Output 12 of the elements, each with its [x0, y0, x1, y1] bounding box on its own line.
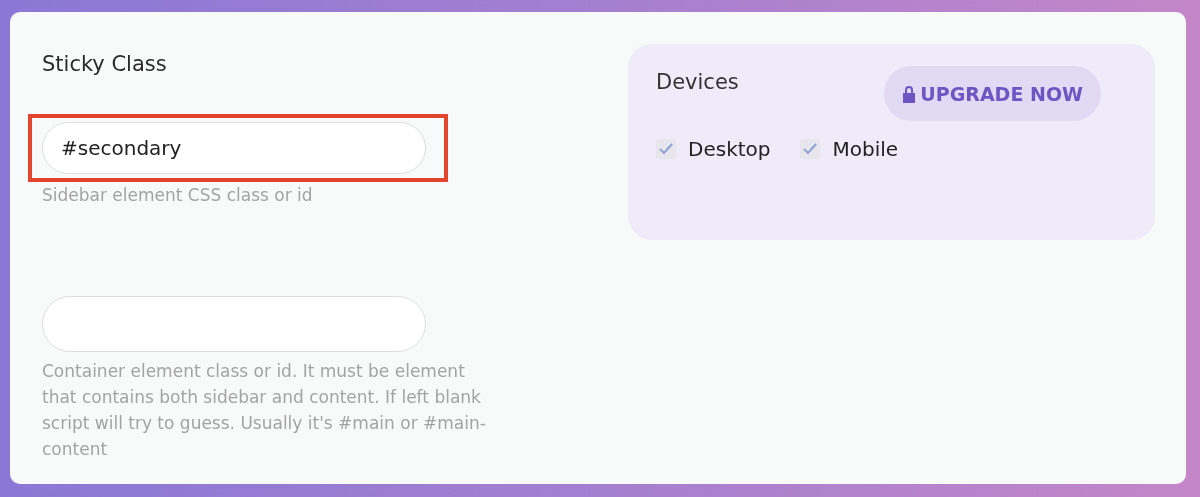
input-field[interactable]: #secondary: [42, 122, 426, 174]
checkbox-label: Desktop: [688, 137, 771, 161]
checkbox[interactable]: [800, 139, 821, 159]
upgrade-button[interactable]: UPGRADE NOW: [884, 66, 1101, 121]
input-field[interactable]: [42, 296, 426, 352]
lock-icon: [902, 84, 917, 103]
field-hint: Sidebar element CSS class or id: [42, 184, 314, 207]
section-title: Sticky Class: [42, 51, 168, 78]
field-hint: Container element class or id. It must be element that contains both sidebar and content. If left blank script will try to guess. Usually it's #main or #main-content: [42, 360, 487, 461]
checkbox-label: Mobile: [832, 137, 899, 161]
checkbox[interactable]: [656, 139, 676, 159]
panel-title: Devices: [656, 70, 739, 94]
